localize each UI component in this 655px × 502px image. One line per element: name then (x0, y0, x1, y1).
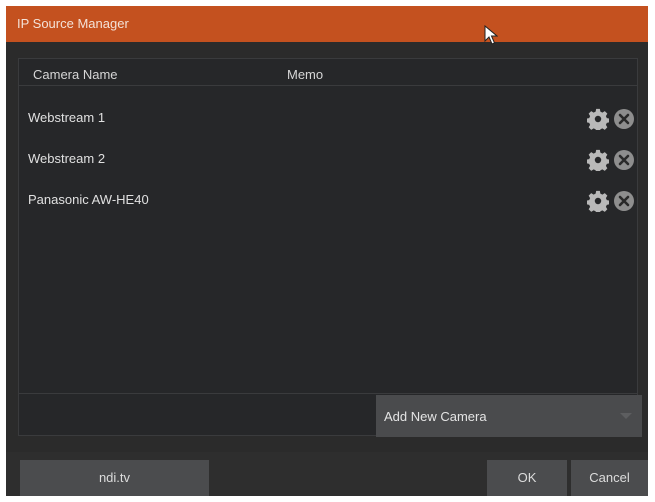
ndi-tv-button[interactable]: ndi.tv (20, 460, 209, 496)
column-header-memo[interactable]: Memo (287, 67, 323, 82)
column-header-camera-name[interactable]: Camera Name (33, 67, 118, 82)
mouse-cursor-icon (484, 25, 498, 45)
cancel-button[interactable]: Cancel (571, 460, 648, 496)
close-circle-icon[interactable] (613, 190, 635, 212)
dialog-button-bar: ndi.tv OK Cancel (6, 452, 648, 496)
table-row[interactable]: Panasonic AW-HE40 (19, 180, 637, 220)
add-new-camera-dropdown[interactable]: Add New Camera (376, 395, 642, 437)
chevron-down-icon (620, 413, 632, 419)
gear-icon[interactable] (587, 190, 609, 212)
table-row[interactable]: Webstream 2 (19, 139, 637, 179)
gear-icon[interactable] (587, 149, 609, 171)
gear-icon[interactable] (587, 108, 609, 130)
title-bar[interactable]: IP Source Manager (6, 6, 648, 45)
close-circle-icon[interactable] (613, 108, 635, 130)
table-header: Camera Name Memo (19, 59, 637, 86)
camera-name-cell: Webstream 2 (28, 151, 106, 166)
table-row[interactable]: Webstream 1 (19, 98, 637, 138)
add-new-camera-label: Add New Camera (384, 409, 487, 424)
close-circle-icon[interactable] (613, 149, 635, 171)
camera-name-cell: Panasonic AW-HE40 (28, 192, 149, 207)
camera-list-panel: Camera Name Memo Webstream 1 Webstream 2 (18, 58, 638, 436)
ip-source-manager-dialog: IP Source Manager Camera Name Memo Webst… (6, 6, 648, 496)
dialog-title: IP Source Manager (17, 16, 129, 31)
camera-name-cell: Webstream 1 (28, 110, 106, 125)
ok-button[interactable]: OK (487, 460, 567, 496)
